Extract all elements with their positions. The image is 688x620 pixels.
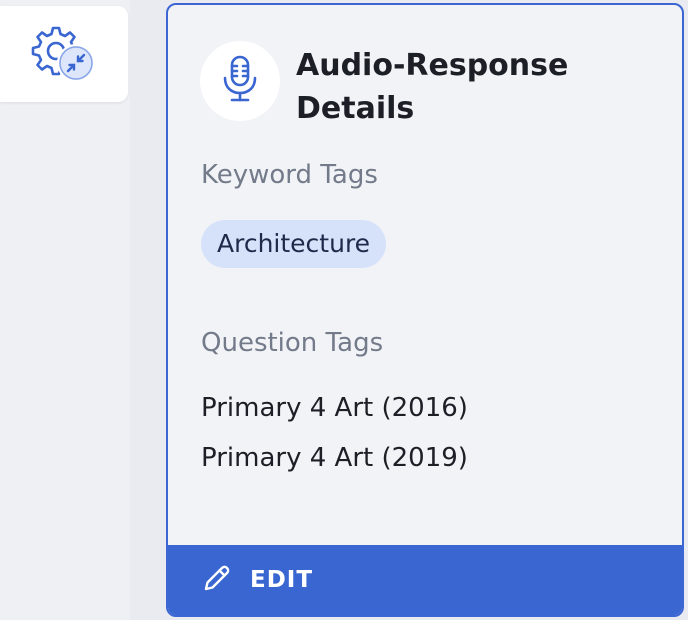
keyword-tags-label: Keyword Tags	[201, 160, 378, 190]
page: Audio-Response Details Keyword Tags Arch…	[0, 0, 688, 620]
edit-label: EDIT	[250, 567, 314, 593]
card-title: Audio-Response Details	[296, 48, 569, 126]
microphone-badge	[200, 41, 280, 121]
audio-response-details-card: Audio-Response Details Keyword Tags Arch…	[166, 3, 684, 617]
keyword-tag-chip: Architecture	[201, 220, 387, 268]
question-tags-list: Primary 4 Art (2016) Primary 4 Art (2019…	[201, 383, 468, 483]
settings-collapse-icon	[31, 24, 97, 84]
question-tag-item: Primary 4 Art (2016)	[201, 393, 468, 423]
settings-collapse-button[interactable]	[0, 6, 128, 102]
edit-button[interactable]: EDIT	[168, 545, 682, 615]
question-tags-label: Question Tags	[201, 328, 384, 358]
card-header: Audio-Response Details	[200, 41, 596, 130]
question-tag-item: Primary 4 Art (2019)	[201, 443, 468, 473]
microphone-icon	[220, 54, 260, 108]
pencil-icon	[202, 563, 232, 597]
